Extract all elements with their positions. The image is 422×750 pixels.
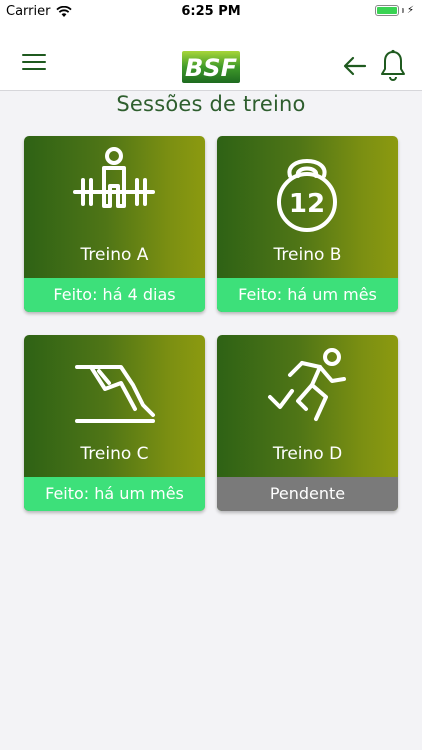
stretching-icon [75,365,155,423]
session-status: Pendente [217,477,398,511]
session-label: Treino A [80,245,149,265]
nav-bar: BSF [0,24,422,91]
session-label: Treino B [273,245,342,265]
status-bar: Carrier 6:25 PM ⚡ [0,0,422,24]
session-label: Treino D [272,444,343,464]
bell-icon[interactable] [379,49,407,83]
hamburger-line [22,61,46,63]
kettlebell-12-icon: 12 [277,159,337,232]
session-status: Feito: há 4 dias [24,278,205,312]
page-title: Sessões de treino [116,92,306,116]
hamburger-line [22,68,46,70]
hamburger-line [22,54,46,56]
back-arrow-icon[interactable] [341,52,369,80]
session-label: Treino C [80,444,149,464]
session-status: Feito: há um mês [24,477,205,511]
barbell-lifter-icon [73,147,155,208]
bsf-logo: BSF [182,51,240,83]
charging-bolt-icon: ⚡ [406,4,414,16]
session-card-treino-d[interactable]: Treino D Pendente [217,335,398,511]
kettlebell-weight-text: 12 [289,189,325,219]
menu-button[interactable] [22,54,46,72]
session-status: Feito: há um mês [217,278,398,312]
session-card-treino-b[interactable]: 12 Treino B Feito: há um mês [217,136,398,312]
battery-icon [374,5,399,16]
session-card-treino-c[interactable]: Treino C Feito: há um mês [24,335,205,511]
session-card-treino-a[interactable]: Treino A Feito: há 4 dias [24,136,205,312]
status-bar-time: 6:25 PM [181,4,241,19]
battery-tip [401,8,404,13]
battery-indicator: ⚡ [374,4,414,16]
logo-text: BSF [185,54,238,82]
running-icon [268,348,346,421]
